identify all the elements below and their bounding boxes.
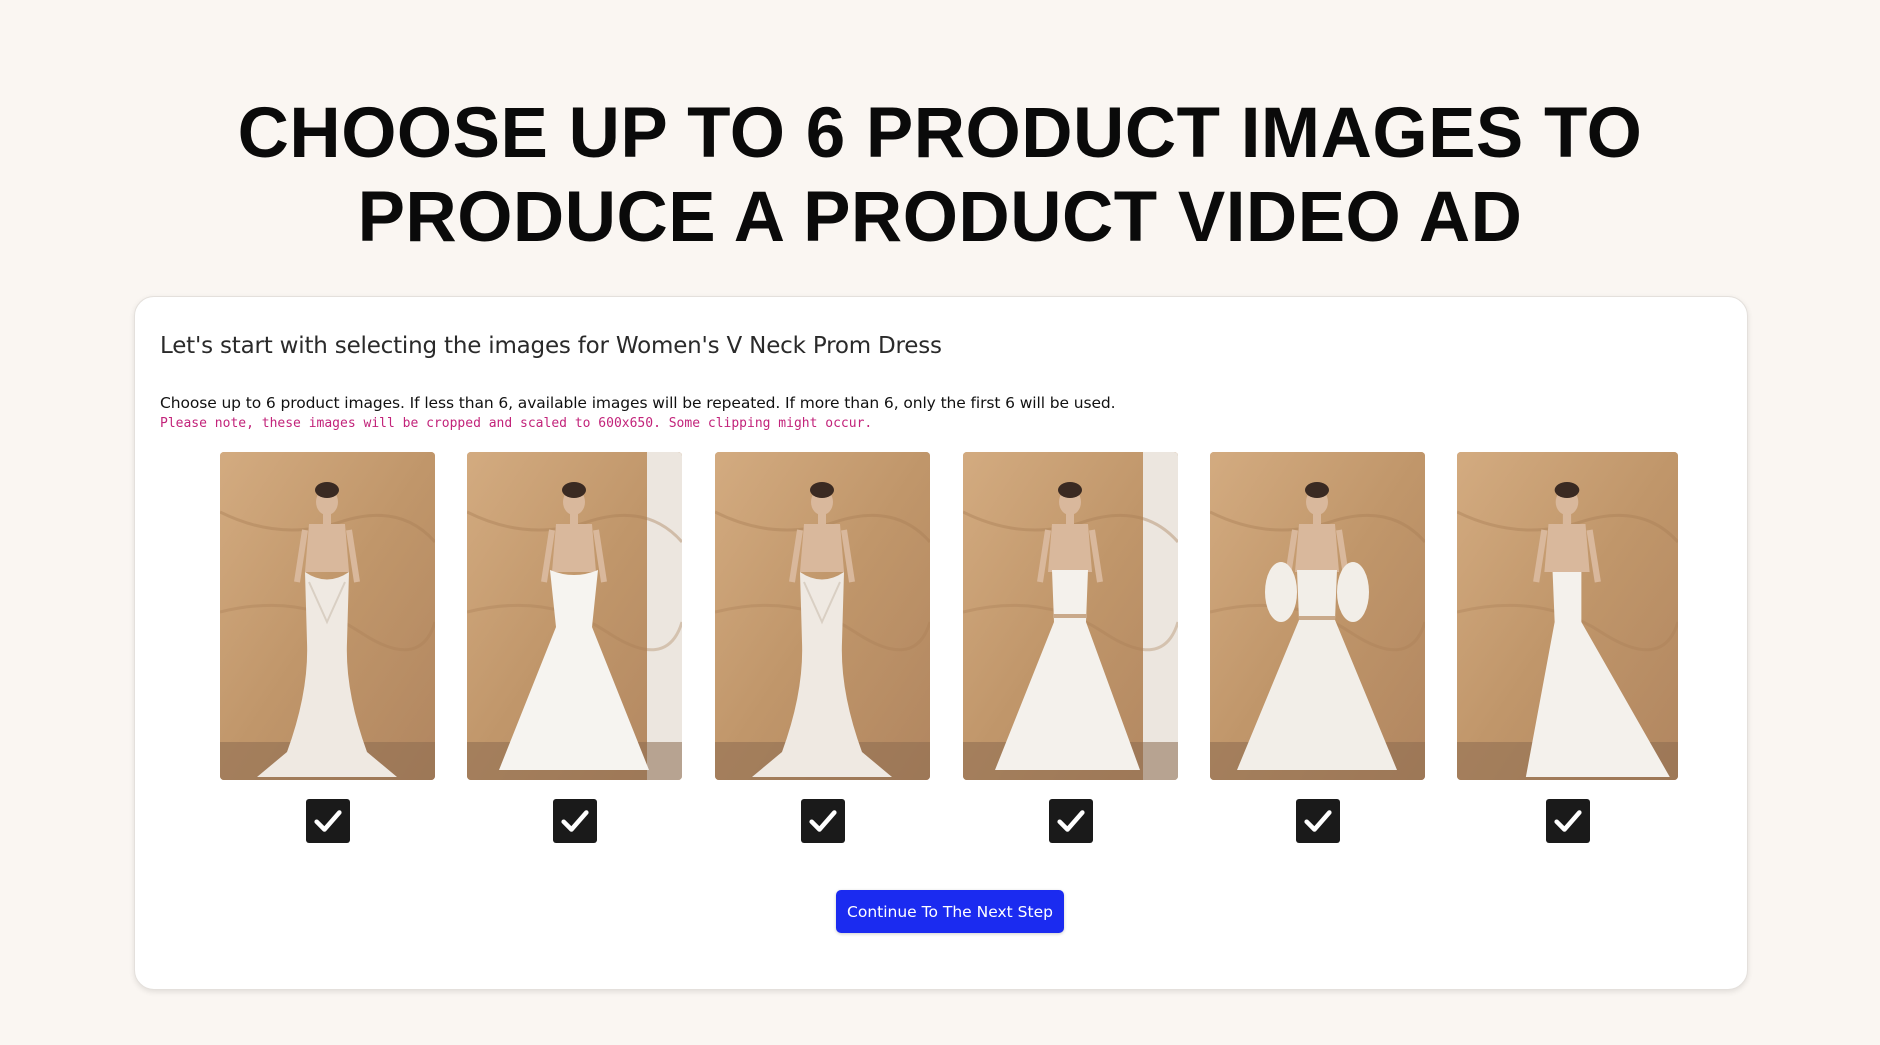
product-image[interactable] [1457,452,1678,780]
page-headline: CHOOSE UP TO 6 PRODUCT IMAGES TO PRODUCE… [0,92,1880,260]
checkmark-icon [314,810,342,832]
product-tile [963,452,1178,843]
instructions-text: Choose up to 6 product images. If less t… [160,394,1116,412]
product-image[interactable] [467,452,682,780]
checkmark-icon [809,810,837,832]
product-image[interactable] [1210,452,1425,780]
headline-line-2: PRODUCE A PRODUCT VIDEO AD [357,178,1523,257]
checkmark-icon [1304,810,1332,832]
product-image[interactable] [715,452,930,780]
product-tile [1210,452,1425,843]
headline-line-1: CHOOSE UP TO 6 PRODUCT IMAGES TO [237,94,1643,173]
product-tile [467,452,682,843]
continue-button[interactable]: Continue To The Next Step [836,890,1064,933]
image-selection-card: Let's start with selecting the images fo… [134,296,1748,990]
product-tile [220,452,435,843]
card-title: Let's start with selecting the images fo… [160,333,942,359]
select-image-checkbox[interactable] [306,799,350,843]
select-image-checkbox[interactable] [1546,799,1590,843]
product-tile [715,452,930,843]
product-image[interactable] [963,452,1178,780]
checkmark-icon [1554,810,1582,832]
checkmark-icon [1057,810,1085,832]
product-image-row [135,452,1747,852]
checkmark-icon [561,810,589,832]
select-image-checkbox[interactable] [1296,799,1340,843]
crop-note: Please note, these images will be croppe… [160,416,873,431]
select-image-checkbox[interactable] [553,799,597,843]
product-image[interactable] [220,452,435,780]
page: CHOOSE UP TO 6 PRODUCT IMAGES TO PRODUCE… [0,0,1880,1045]
product-tile [1457,452,1678,843]
select-image-checkbox[interactable] [1049,799,1093,843]
select-image-checkbox[interactable] [801,799,845,843]
